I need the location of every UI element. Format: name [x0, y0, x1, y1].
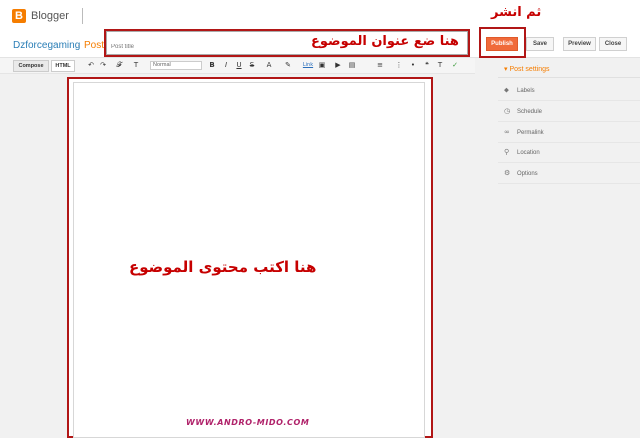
breadcrumb-blog-name[interactable]: Dzforcegaming	[13, 40, 80, 51]
breadcrumb-separator: ·	[77, 40, 81, 51]
video-icon[interactable]: ▶	[333, 61, 343, 70]
sidebar-item-schedule[interactable]: ◷ Schedule	[504, 107, 542, 115]
annotation-content-hint: هنا اكتب محتوى الموضوع	[129, 258, 317, 276]
divider	[498, 162, 640, 163]
sidebar-item-label: Options	[517, 171, 538, 177]
bold-icon[interactable]: B	[207, 61, 217, 70]
clock-icon: ◷	[504, 107, 511, 115]
blogger-editor-page: B Blogger ثم انشر Dzforcegaming · Post ه…	[0, 0, 640, 438]
italic-icon[interactable]: I	[221, 61, 231, 70]
sidebar-item-label: Location	[517, 150, 540, 156]
save-button[interactable]: Save	[526, 37, 554, 51]
close-button[interactable]: Close	[599, 37, 627, 51]
divider	[498, 183, 640, 184]
highlight-icon[interactable]: ✎	[283, 61, 293, 70]
sidebar-item-label: Schedule	[517, 109, 543, 115]
logo-letter: B	[15, 10, 23, 22]
post-settings-sidebar	[498, 58, 640, 438]
post-settings-heading[interactable]: ▾ Post settings	[504, 65, 550, 73]
publish-button[interactable]: Publish	[486, 37, 518, 51]
html-mode-button[interactable]: HTML	[51, 60, 75, 72]
paragraph-format-select[interactable]: Normal	[150, 61, 202, 70]
preview-button[interactable]: Preview	[563, 37, 596, 51]
image-icon[interactable]: ▣	[317, 61, 327, 70]
link-icon: ∞	[504, 128, 510, 136]
sidebar-item-label: Permalink	[517, 130, 544, 136]
sidebar-item-location[interactable]: ⚲ Location	[504, 148, 540, 156]
app-bar	[0, 0, 640, 30]
bullet-list-icon[interactable]: •	[408, 61, 418, 70]
clear-format-icon[interactable]: T	[435, 61, 445, 70]
sidebar-item-options[interactable]: ⚙ Options	[504, 169, 538, 177]
sidebar-item-permalink[interactable]: ∞ Permalink	[504, 128, 544, 136]
strikethrough-icon[interactable]: S	[247, 61, 257, 70]
blogger-logo-icon[interactable]: B	[12, 9, 26, 23]
app-name: Blogger	[31, 10, 69, 22]
jump-break-icon[interactable]: ▤	[347, 61, 357, 70]
divider	[498, 100, 640, 101]
compose-mode-button[interactable]: Compose	[13, 60, 49, 72]
gear-icon: ⚙	[504, 169, 511, 177]
label-icon: ⬥	[504, 86, 509, 94]
underline-icon[interactable]: U	[234, 61, 244, 70]
sidebar-item-label: Labels	[517, 88, 535, 94]
divider	[498, 77, 640, 78]
divider	[82, 8, 83, 24]
annotation-publish-hint: ثم انشر	[491, 5, 542, 20]
annotation-title-hint: هنا ضع عنوان الموضوع	[311, 34, 459, 49]
spellcheck-icon[interactable]: ✓	[450, 61, 460, 70]
font-family-icon[interactable]: 𝓕	[114, 61, 124, 70]
text-color-icon[interactable]: A	[264, 61, 274, 70]
breadcrumb-current: Post	[84, 40, 105, 51]
post-settings-label: Post settings	[509, 66, 550, 73]
location-pin-icon: ⚲	[504, 148, 510, 156]
divider	[498, 142, 640, 143]
align-icon[interactable]: ≡	[375, 61, 385, 70]
quote-icon[interactable]: ❝	[422, 61, 432, 70]
font-size-icon[interactable]: T	[131, 61, 141, 70]
divider	[498, 121, 640, 122]
redo-icon[interactable]: ↷	[98, 61, 108, 70]
numbered-list-icon[interactable]: ⋮	[394, 61, 404, 70]
watermark: WWW.ANDRO-MIDO.COM	[186, 418, 310, 427]
undo-icon[interactable]: ↶	[86, 61, 96, 70]
link-icon[interactable]: Link	[301, 61, 315, 70]
sidebar-item-labels[interactable]: ⬥ Labels	[504, 86, 535, 95]
